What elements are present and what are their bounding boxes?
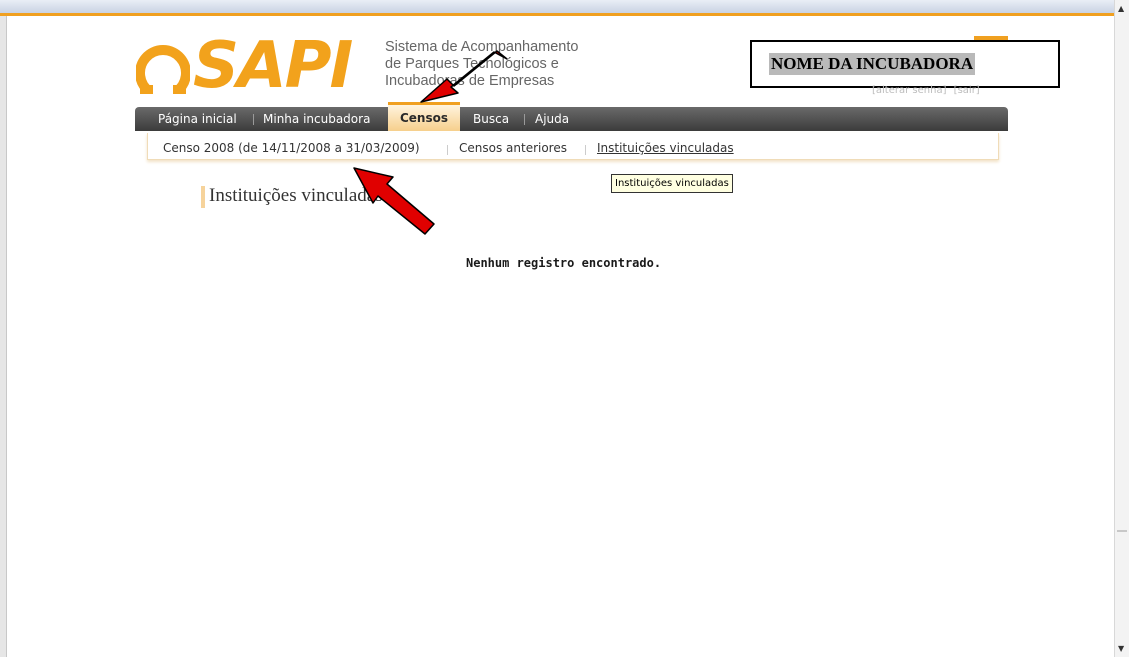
- subnav-separator: [447, 145, 448, 155]
- nav-item-censos-active[interactable]: Censos: [388, 102, 460, 131]
- incubator-name-box: NOME DA INCUBADORA: [750, 40, 1060, 88]
- user-links: [alterar senha] [sair]: [872, 85, 984, 96]
- main-nav: Página inicial Minha incubadora Busca Aj…: [135, 107, 1008, 131]
- nav-item-my-incubator[interactable]: Minha incubadora: [263, 107, 370, 131]
- nav-item-home[interactable]: Página inicial: [158, 107, 237, 131]
- subnav-item-linked-institutions[interactable]: Instituições vinculadas: [597, 141, 734, 155]
- empty-result-message: Nenhum registro encontrado.: [466, 256, 662, 270]
- tagline-line-2: de Parques Tecnológicos e: [385, 56, 559, 72]
- subnav-item-censo-2008[interactable]: Censo 2008 (de 14/11/2008 a 31/03/2009): [163, 141, 420, 155]
- incubator-name: NOME DA INCUBADORA: [769, 53, 976, 75]
- scroll-up-arrow-icon[interactable]: ▲: [1118, 4, 1124, 13]
- vertical-scrollbar[interactable]: ▲ ▼: [1114, 0, 1129, 657]
- subnav-separator: [585, 145, 586, 155]
- window-left-border: [0, 16, 7, 657]
- sapi-logo-text: SAPI: [193, 29, 353, 103]
- scroll-down-arrow-icon[interactable]: ▼: [1118, 644, 1124, 653]
- tagline-line-3: Incubadoras de Empresas: [385, 73, 555, 89]
- scrollbar-mark: [1117, 530, 1127, 532]
- subnav-item-previous-censuses[interactable]: Censos anteriores: [459, 141, 567, 155]
- browser-top-strip: [0, 0, 1115, 13]
- title-accent-bar: [201, 186, 205, 208]
- page-title: Instituições vinculadas: [209, 185, 383, 206]
- sapi-logo-icon: [136, 45, 190, 94]
- header-accent-line: [0, 13, 1115, 16]
- tagline-line-1: Sistema de Acompanhamento: [385, 39, 579, 55]
- system-tagline: Sistema de Acompanhamento de Parques Tec…: [385, 39, 578, 90]
- nav-item-help[interactable]: Ajuda: [535, 107, 569, 131]
- nav-separator: [253, 114, 254, 125]
- logout-link[interactable]: [sair]: [954, 85, 980, 96]
- annotation-arrows: [353, 50, 508, 235]
- nav-item-search[interactable]: Busca: [473, 107, 509, 131]
- nav-separator: [524, 114, 525, 125]
- tooltip: Instituições vinculadas: [611, 174, 733, 193]
- change-password-link[interactable]: [alterar senha]: [872, 85, 946, 96]
